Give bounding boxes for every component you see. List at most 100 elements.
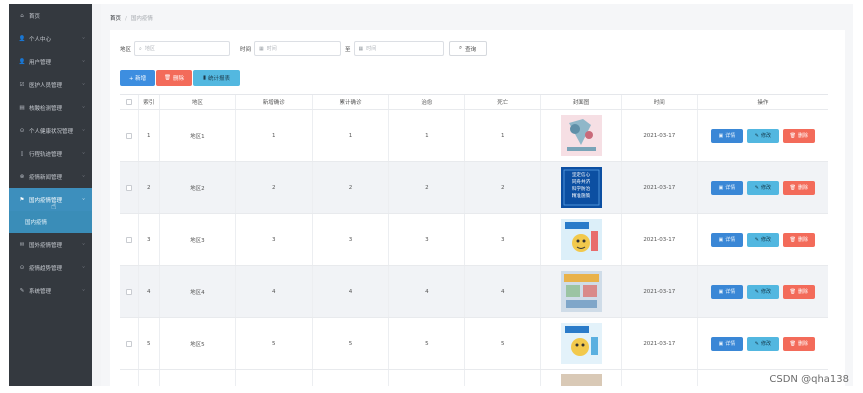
table-header: 索引 地区 新增确诊 累计确诊 治愈 死亡 封面图 时间 操作 — [120, 95, 828, 110]
sidebar-item[interactable]: ⊙ 个人健康状况管理 › — [9, 119, 92, 142]
cover-cell: 坚定信心 同舟共济 科学防治 精准施策 — [541, 162, 622, 213]
delete-row-button[interactable]: 🗑 删除 — [782, 180, 815, 195]
death-cell: 5 — [465, 318, 542, 369]
area-cell: 地区3 — [160, 214, 236, 265]
detail-icon: ▣ — [718, 132, 724, 139]
delete-row-button[interactable]: 🗑 删除 — [782, 336, 815, 351]
detail-button[interactable]: ▣ 详情 — [710, 336, 743, 351]
edit-icon: ✎ — [754, 236, 759, 243]
sidebar-item[interactable]: ⊙ 疫情趋势管理 › — [9, 256, 92, 279]
index-cell: 2 — [139, 162, 160, 213]
sidebar-subitem-domestic[interactable]: 国内疫情 — [9, 211, 92, 233]
chart-icon: ▮ — [202, 75, 206, 81]
header-index: 索引 — [139, 95, 160, 109]
search-icon: ⌕ — [139, 45, 142, 52]
table-row: 4 地区4 4 4 4 4 2021-03-17 ▣ 详情 ✎ 修改 🗑 删除 — [120, 266, 828, 318]
delete-button[interactable]: 🗑 删除 — [156, 70, 192, 86]
action-bar: + 新增 🗑 删除 ▮ 统计报表 — [120, 70, 241, 86]
sidebar-item-label: 疫情新闻管理 — [29, 174, 63, 181]
header-area: 地区 — [160, 95, 236, 109]
detail-button[interactable]: ▣ 详情 — [710, 232, 743, 247]
add-button[interactable]: + 新增 — [120, 70, 155, 86]
select-all-checkbox[interactable] — [125, 99, 132, 105]
edit-button[interactable]: ✎ 修改 — [746, 180, 779, 195]
user-icon: 👤 — [18, 58, 26, 65]
index-cell: 4 — [139, 266, 160, 317]
table-row: 5 地区5 5 5 5 5 2021-03-17 ▣ 详情 ✎ 修改 🗑 删除 — [120, 318, 828, 370]
sidebar-item-label: 行程轨迹管理 — [29, 151, 63, 158]
row-checkbox[interactable] — [125, 236, 132, 243]
sidebar-item-label: 医护人员管理 — [29, 82, 63, 89]
area-label: 地区 — [120, 46, 132, 53]
total-confirmed-cell: 5 — [313, 318, 390, 369]
table-row: 1 地区1 1 1 1 1 2021-03-17 ▣ 详情 ✎ 修改 🗑 删除 — [120, 110, 828, 162]
detail-button[interactable]: ▣ 详情 — [710, 128, 743, 143]
row-checkbox[interactable] — [125, 288, 132, 295]
time-label: 时间 — [240, 46, 252, 53]
sidebar-item-label: 用户管理 — [29, 59, 52, 66]
table-row-partial — [120, 370, 828, 386]
index-cell: 3 — [139, 214, 160, 265]
edit-button[interactable]: ✎ 修改 — [746, 336, 779, 351]
delete-row-button[interactable]: 🗑 删除 — [782, 232, 815, 247]
sidebar-item[interactable]: ▤ 核酸检测管理 › — [9, 96, 92, 119]
total-confirmed-cell: 1 — [313, 110, 390, 161]
chevron-down-icon: › — [80, 106, 86, 108]
row-checkbox[interactable] — [125, 340, 132, 347]
sidebar-item[interactable]: ▯ 行程轨迹管理 › — [9, 142, 92, 165]
row-checkbox[interactable] — [125, 132, 132, 139]
data-table: 索引 地区 新增确诊 累计确诊 治愈 死亡 封面图 时间 操作 1 地区1 1 1 1 1… — [120, 94, 828, 386]
detail-button[interactable]: ▣ 详情 — [710, 284, 743, 299]
stats-report-button[interactable]: ▮ 统计报表 — [193, 70, 240, 86]
sidebar-item[interactable]: ✎ 系统管理 › — [9, 279, 92, 302]
operations-cell: ▣ 详情 ✎ 修改 🗑 删除 — [698, 266, 828, 317]
list-icon: ▤ — [19, 104, 25, 111]
breadcrumb-current: 国内疫情 — [130, 16, 153, 22]
mouse-cursor-icon: ☝ — [51, 202, 57, 212]
cured-cell: 5 — [389, 318, 466, 369]
cover-cell — [541, 110, 622, 161]
row-select-cell — [120, 214, 139, 265]
time-from-input[interactable]: ▦ 时间 — [254, 41, 342, 56]
detail-button[interactable]: ▣ 详情 — [710, 180, 743, 195]
edit-button[interactable]: ✎ 修改 — [746, 284, 779, 299]
cover-cell — [541, 214, 622, 265]
sidebar-item[interactable]: ⌂ 首页 — [9, 4, 92, 27]
sidebar-item-label: 系统管理 — [29, 288, 52, 295]
circle-icon: ⊙ — [19, 127, 25, 134]
edit-icon: ✎ — [754, 132, 759, 139]
sidebar-item[interactable]: 👤 个人中心 › — [9, 27, 92, 50]
time-to-input[interactable]: ▦ 时间 — [353, 41, 444, 56]
sidebar-item-label: 个人中心 — [29, 36, 52, 43]
to-label: 至 — [345, 46, 351, 53]
cured-cell: 4 — [389, 266, 466, 317]
time-cell: 2021-03-17 — [622, 110, 698, 161]
death-cell: 3 — [465, 214, 542, 265]
chevron-down-icon: › — [80, 243, 86, 245]
sidebar-item[interactable]: ⊗ 疫情新闻管理 › — [9, 165, 92, 188]
sidebar-item[interactable]: ☑ 医护人员管理 › — [9, 73, 92, 96]
sidebar-item[interactable]: 👤 用户管理 › — [9, 50, 92, 73]
chevron-down-icon: › — [80, 266, 86, 268]
flag-icon: ⚑ — [19, 196, 25, 203]
delete-row-button[interactable]: 🗑 删除 — [782, 128, 815, 143]
detail-icon: ▣ — [718, 236, 724, 243]
area-cell: 地区4 — [160, 266, 236, 317]
watermark: CSDN @qha138 — [769, 374, 849, 385]
search-button[interactable]: ⌕ 查询 — [448, 41, 487, 56]
delete-row-button[interactable]: 🗑 删除 — [782, 284, 815, 299]
new-confirmed-cell: 3 — [236, 214, 313, 265]
edit-button[interactable]: ✎ 修改 — [746, 232, 779, 247]
app-window: ⌂ 首页 👤 个人中心 › 👤 用户管理 › ☑ 医护人员管理 › ▤ 核酸检测管理 › ⊙ 个人健康状况管理… — [9, 4, 853, 386]
row-checkbox[interactable] — [125, 184, 132, 191]
breadcrumb-home[interactable]: 首页 — [110, 16, 121, 22]
search-icon: ⌕ — [458, 45, 463, 51]
header-cured: 治愈 — [389, 95, 466, 109]
area-input[interactable]: ⌕ 地区 — [134, 41, 231, 56]
sidebar-item[interactable]: ✉ 国外疫情管理 › — [9, 233, 92, 256]
chevron-down-icon: › — [80, 37, 86, 39]
edit-button[interactable]: ✎ 修改 — [746, 128, 779, 143]
chevron-down-icon: › — [80, 152, 86, 154]
chevron-down-icon: › — [80, 83, 86, 85]
total-confirmed-cell: 4 — [313, 266, 390, 317]
